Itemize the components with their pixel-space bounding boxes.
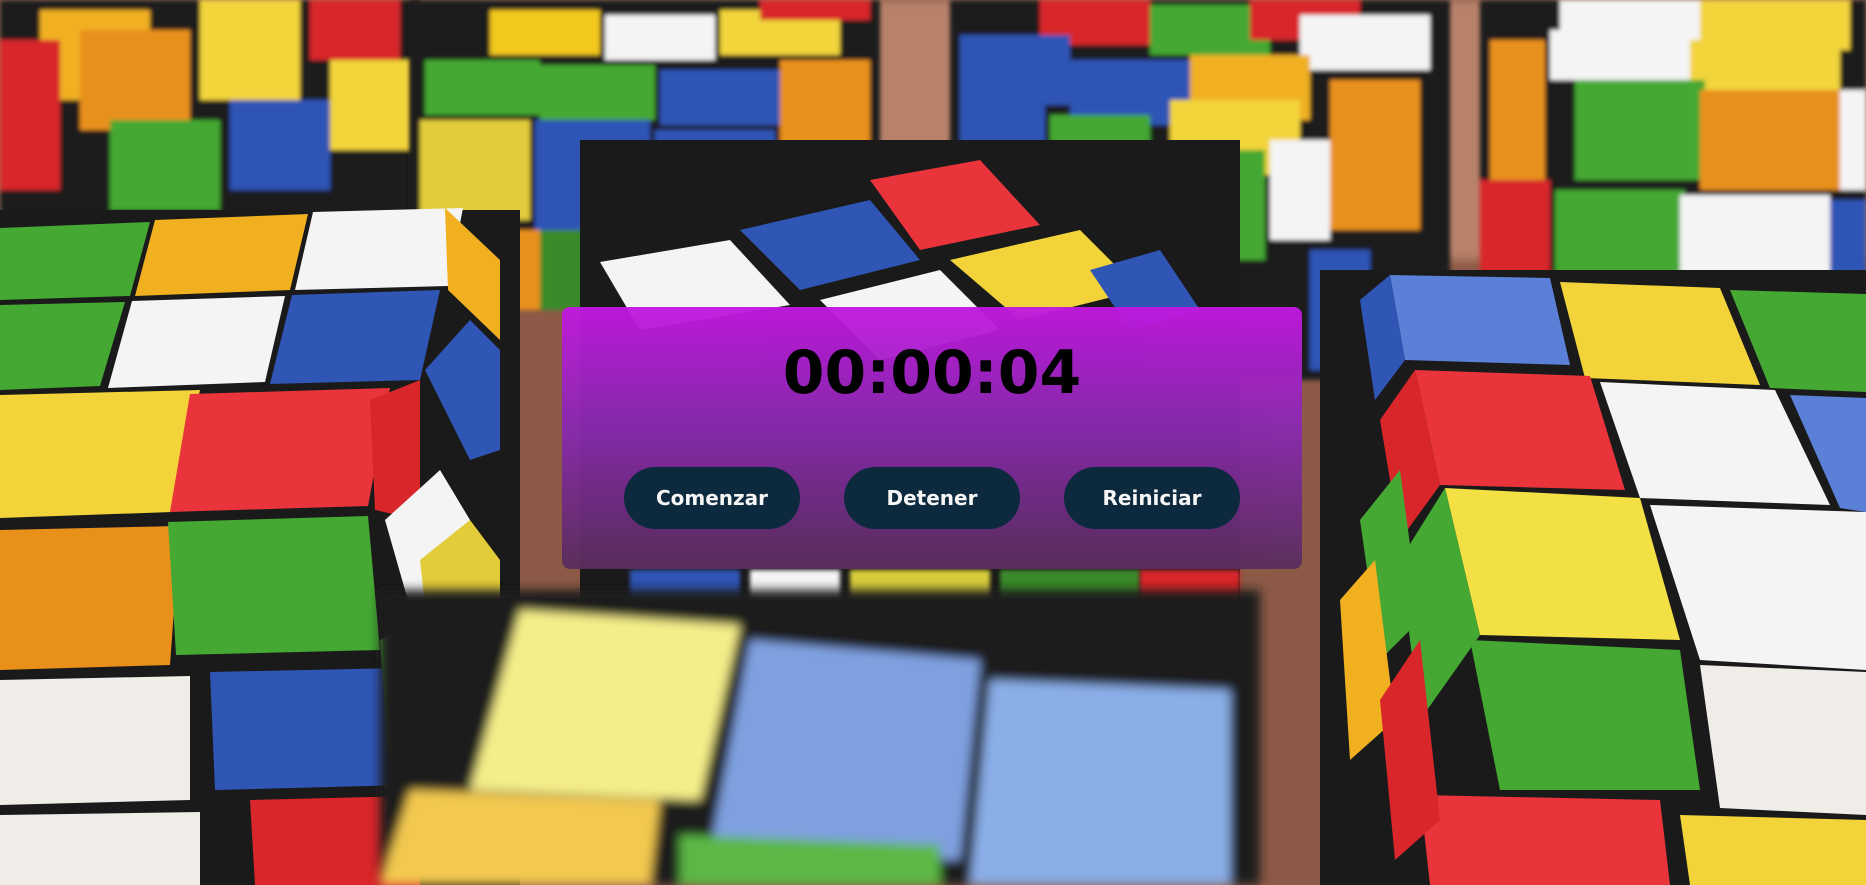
reset-button[interactable]: Reiniciar	[1064, 467, 1240, 529]
stop-button[interactable]: Detener	[844, 467, 1020, 529]
controls-row: Comenzar Detener Reiniciar	[624, 467, 1240, 529]
time-display: 00:00:04	[782, 338, 1082, 408]
stopwatch-panel: 00:00:04 Comenzar Detener Reiniciar	[562, 307, 1302, 569]
start-button[interactable]: Comenzar	[624, 467, 800, 529]
